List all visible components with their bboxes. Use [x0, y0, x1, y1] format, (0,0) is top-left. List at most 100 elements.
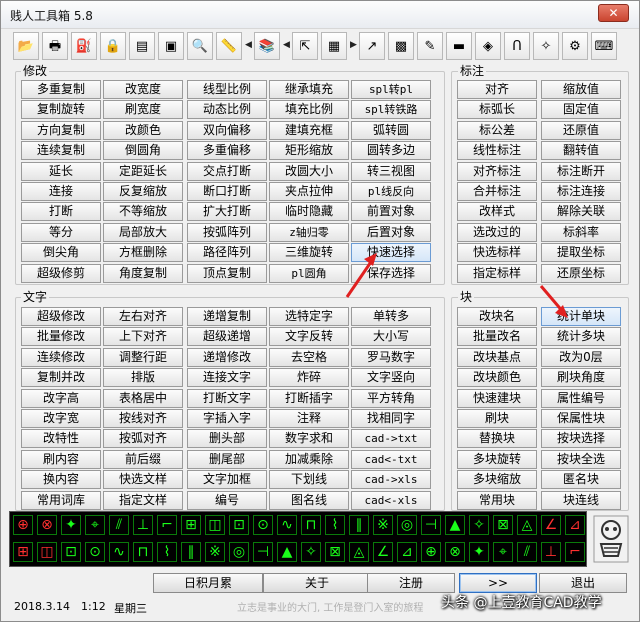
text-tool-button[interactable]: 单转多 [351, 307, 431, 326]
cad-symbol-icon[interactable]: ⊡ [61, 542, 81, 562]
cad-symbol-icon[interactable]: ⌇ [157, 542, 177, 562]
cad-symbol-icon[interactable]: ⊕ [13, 515, 33, 535]
modify-tool-button[interactable]: 延长 [21, 161, 101, 181]
text-tool-button[interactable]: 文字加框 [187, 470, 267, 490]
modify-tool-button[interactable]: 临时隐藏 [269, 202, 349, 222]
cad-symbol-icon[interactable]: ∿ [277, 515, 297, 535]
cad-symbol-icon[interactable]: ⊥ [541, 542, 561, 562]
modify-tool-button[interactable]: 动态比例 [187, 100, 267, 120]
modify-tool-button[interactable]: spl转pl [351, 80, 431, 99]
arrow-left-icon[interactable]: ◀ [283, 40, 290, 51]
symbol-strip[interactable]: ⊕ ⊗ ✦ ⌖ ⫽ ⊥ ⌐ ⊞ ◫ ⊡ ⊙ ∿ ⊓ ⌇ ∥ ※ ◎ ⊣ ▲ ✧ ⊠ ◬ ∠ ⊿ ⊞ ◫ ⊡ ⊙ ∿ ⊓ ⌇ ∥ ※ ◎ ⊣ ▲ ✧ ⊠ ◬ ∠… [9, 511, 587, 567]
cad-symbol-icon[interactable]: ⊣ [253, 542, 273, 562]
text-tool-button[interactable]: 前后缀 [103, 449, 183, 469]
cad-symbol-icon[interactable]: ⊓ [133, 542, 153, 562]
text-tool-button[interactable]: cad->xls [351, 470, 431, 490]
annotate-tool-button[interactable]: 标注断开 [541, 161, 621, 181]
text-tool-button[interactable]: 改特性 [21, 429, 101, 449]
cad-symbol-icon[interactable]: ∠ [541, 515, 561, 535]
about-button[interactable]: 关于 [263, 573, 371, 593]
text-tool-button[interactable]: 表格居中 [103, 388, 183, 408]
magnet-icon[interactable]: Ո [504, 32, 530, 60]
modify-tool-button[interactable]: 多重偏移 [187, 141, 267, 161]
keyboard-icon[interactable]: ⌨ [591, 32, 617, 60]
open-folder-icon[interactable]: 📂 [13, 32, 39, 60]
modify-tool-button[interactable]: 局部放大 [103, 222, 183, 242]
annotate-tool-button[interactable]: 翻转值 [541, 141, 621, 161]
block-tool-button[interactable]: 改块基点 [457, 347, 537, 367]
text-tool-button[interactable]: 左右对齐 [103, 307, 183, 326]
arrow-left-icon[interactable]: ◀ [245, 40, 252, 51]
text-tool-button[interactable]: 图名线 [269, 490, 349, 510]
zoom-icon[interactable]: 🔍 [187, 32, 213, 60]
modify-tool-button[interactable]: 定距延长 [103, 161, 183, 181]
block-tool-button[interactable]: 改块名 [457, 307, 537, 326]
text-tool-button[interactable]: 上下对齐 [103, 327, 183, 347]
text-tool-button[interactable]: 删尾部 [187, 449, 267, 469]
text-tool-button[interactable]: 递增复制 [187, 307, 267, 326]
cad-symbol-icon[interactable]: ⌖ [85, 515, 105, 535]
modify-tool-button[interactable]: 填充比例 [269, 100, 349, 120]
lock-icon[interactable]: 🔒 [100, 32, 126, 60]
text-tool-button[interactable]: 按线对齐 [103, 409, 183, 428]
modify-tool-button[interactable]: 多重复制 [21, 80, 101, 99]
annotate-tool-button[interactable]: 标斜率 [541, 222, 621, 242]
modify-tool-button[interactable]: 圆转多边 [351, 141, 431, 161]
block-tool-button[interactable]: 匿名块 [541, 470, 621, 490]
annotate-tool-button[interactable]: 标公差 [457, 120, 537, 140]
modify-tool-button[interactable]: 方向复制 [21, 120, 101, 140]
block-tool-button[interactable]: 块连线 [541, 490, 621, 510]
text-tool-button[interactable]: 刷内容 [21, 449, 101, 469]
modify-tool-button[interactable]: 倒尖角 [21, 243, 101, 263]
text-tool-button[interactable]: 批量修改 [21, 327, 101, 347]
annotate-tool-button[interactable]: 标注连接 [541, 182, 621, 201]
block-tool-button[interactable]: 多块缩放 [457, 470, 537, 490]
text-tool-button[interactable]: 大小写 [351, 327, 431, 347]
cad-symbol-icon[interactable]: ⌐ [157, 515, 177, 535]
modify-tool-button[interactable]: pl线反向 [351, 182, 431, 201]
stamp-icon[interactable]: ⛽ [71, 32, 97, 60]
next-button[interactable]: >> [459, 573, 537, 593]
modify-tool-button[interactable]: 三维旋转 [269, 243, 349, 263]
cad-symbol-icon[interactable]: ⊿ [397, 542, 417, 562]
text-tool-button[interactable]: 编号 [187, 490, 267, 510]
cad-symbol-icon[interactable]: ⌖ [493, 542, 513, 562]
modify-tool-button[interactable]: 改颜色 [103, 120, 183, 140]
modify-tool-button[interactable]: z轴归零 [269, 222, 349, 242]
cad-symbol-icon[interactable]: ⊙ [253, 515, 273, 535]
cad-symbol-icon[interactable]: ⊓ [301, 515, 321, 535]
text-tool-button[interactable]: 下划线 [269, 470, 349, 490]
modify-tool-button[interactable]: 连接 [21, 182, 101, 201]
block-tool-button[interactable]: 按块选择 [541, 429, 621, 449]
text-tool-button[interactable]: 指定文样 [103, 490, 183, 510]
modify-tool-button[interactable]: 等分 [21, 222, 101, 242]
block-tool-button[interactable]: 多块旋转 [457, 449, 537, 469]
modify-tool-button[interactable]: 路径阵列 [187, 243, 267, 263]
cad-symbol-icon[interactable]: ✦ [469, 542, 489, 562]
block-tool-button[interactable]: 替换块 [457, 429, 537, 449]
block-tool-button[interactable]: 统计单块 [541, 307, 621, 326]
cad-symbol-icon[interactable]: ▲ [277, 542, 297, 562]
cad-symbol-icon[interactable]: ⊗ [37, 515, 57, 535]
cad-symbol-icon[interactable]: ◫ [205, 515, 225, 535]
modify-tool-button[interactable]: 夹点拉伸 [269, 182, 349, 201]
annotate-tool-button[interactable]: 对齐标注 [457, 161, 537, 181]
cad-symbol-icon[interactable]: ◎ [397, 515, 417, 535]
modify-tool-button[interactable]: 矩形缩放 [269, 141, 349, 161]
cad-symbol-icon[interactable]: ⊠ [493, 515, 513, 535]
gear-icon[interactable]: ⚙ [562, 32, 588, 60]
text-tool-button[interactable]: 递增修改 [187, 347, 267, 367]
cad-symbol-icon[interactable]: ∠ [373, 542, 393, 562]
annotate-tool-button[interactable]: 固定值 [541, 100, 621, 120]
block-tool-button[interactable]: 按块全选 [541, 449, 621, 469]
text-tool-button[interactable]: 换内容 [21, 470, 101, 490]
modify-tool-button[interactable]: 改宽度 [103, 80, 183, 99]
block-tool-button[interactable]: 改块颜色 [457, 368, 537, 388]
text-tool-button[interactable]: 文字反转 [269, 327, 349, 347]
calculator-icon[interactable]: ▬ [446, 32, 472, 60]
cad-symbol-icon[interactable]: ✧ [469, 515, 489, 535]
modify-tool-button[interactable]: 复制旋转 [21, 100, 101, 120]
arrow-right-icon[interactable]: ▶ [350, 40, 357, 51]
text-tool-button[interactable]: 常用词库 [21, 490, 101, 510]
modify-tool-button[interactable]: 断口打断 [187, 182, 267, 201]
